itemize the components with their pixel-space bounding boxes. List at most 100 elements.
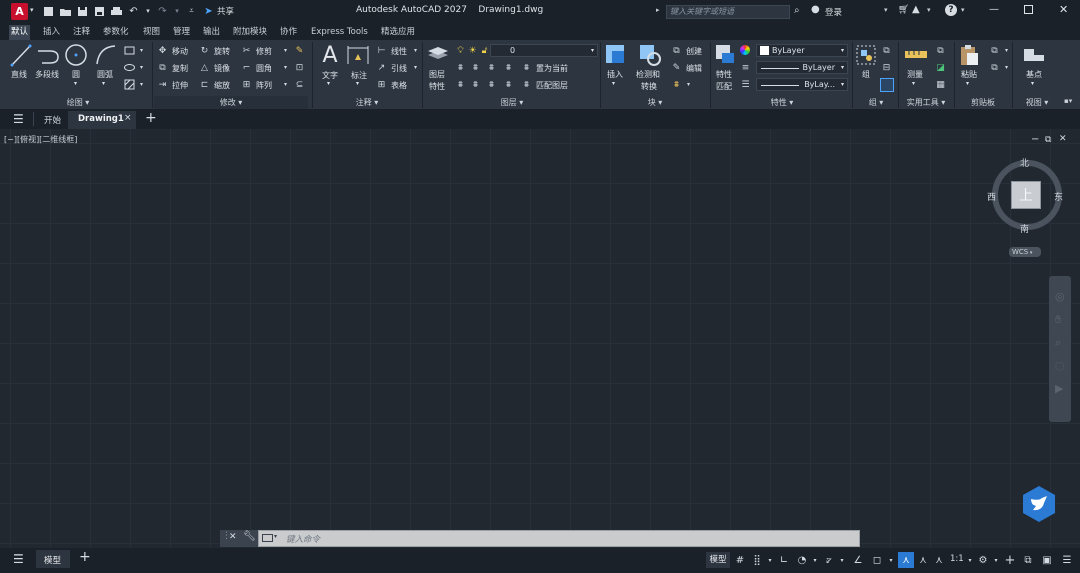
annotation-visibility-icon[interactable]: ⋏: [898, 552, 914, 568]
edit-block-icon[interactable]: ✎: [671, 62, 682, 73]
ribbon-options-icon[interactable]: ▪▾: [1064, 97, 1072, 105]
trim-icon[interactable]: ✂: [241, 45, 252, 56]
tab-collaborate[interactable]: 协作: [278, 25, 299, 40]
erase-icon[interactable]: ✎: [294, 45, 305, 56]
workspace-gear-icon[interactable]: ⚙: [976, 553, 990, 567]
clean-screen-icon[interactable]: ▣: [1040, 553, 1054, 567]
array-label[interactable]: 阵列: [256, 80, 272, 91]
scale-dropdown-icon[interactable]: ▾: [963, 553, 977, 567]
steering-wheel-icon[interactable]: ◎: [1055, 290, 1065, 303]
tab-parametric[interactable]: 参数化: [101, 25, 131, 40]
layer-on-icon[interactable]: 💡︎: [455, 45, 466, 56]
offset-icon[interactable]: ⊆: [294, 79, 305, 90]
ellipse-tool-icon[interactable]: [124, 62, 135, 73]
tab-output[interactable]: 输出: [201, 25, 222, 40]
viewport-restore-icon[interactable]: ⧉: [1045, 135, 1051, 145]
annotation-monitor-icon[interactable]: +: [1003, 553, 1017, 568]
scale-icon[interactable]: ⊏: [199, 79, 210, 90]
command-line[interactable]: [258, 530, 860, 547]
autodesk-assistant-icon[interactable]: [1020, 485, 1058, 523]
base-view-label[interactable]: 基点: [1026, 69, 1042, 80]
text-dropdown-icon[interactable]: ▾: [327, 80, 330, 87]
match-properties-icon[interactable]: [714, 43, 736, 67]
viewport-close-icon[interactable]: ✕: [1059, 134, 1067, 144]
add-layout-icon[interactable]: +: [79, 549, 91, 565]
groups-panel-title[interactable]: 组 ▾: [854, 96, 898, 109]
compass-west[interactable]: 西: [987, 190, 996, 203]
command-history-icon[interactable]: [262, 534, 273, 542]
explode-icon[interactable]: ⊡: [294, 62, 305, 73]
drawing-canvas[interactable]: [0, 129, 1080, 547]
viewport-minimize-icon[interactable]: −: [1031, 134, 1039, 145]
create-block-icon[interactable]: ⧉: [671, 45, 682, 56]
polyline-tool-icon[interactable]: [36, 43, 60, 67]
paste-label[interactable]: 粘贴: [961, 69, 977, 80]
redo-icon[interactable]: ↷: [157, 6, 168, 17]
circle-label[interactable]: 圆: [72, 69, 80, 80]
layer-lock-icon[interactable]: 🔓︎: [479, 45, 490, 56]
login-label[interactable]: 登录: [825, 6, 842, 18]
ortho-icon[interactable]: ∟: [777, 553, 791, 567]
layers-panel-title[interactable]: 图层 ▾: [424, 96, 600, 109]
base-view-dropdown-icon[interactable]: ▾: [1031, 80, 1034, 87]
color-dropdown[interactable]: ByLayer ▾: [756, 44, 848, 57]
color-dropdown-chevron-icon[interactable]: ▾: [841, 45, 844, 56]
table-label[interactable]: 表格: [391, 80, 407, 91]
pan-icon[interactable]: ✋︎: [1055, 313, 1061, 327]
group-edit-icon[interactable]: ⊟: [881, 62, 892, 73]
set-current-icon[interactable]: ⩩: [521, 62, 532, 73]
calculator-icon[interactable]: ▦: [935, 79, 946, 90]
inspect-label[interactable]: 检测和: [636, 69, 660, 80]
maximize-icon[interactable]: [1024, 5, 1033, 14]
help-dropdown-icon[interactable]: ▾: [961, 6, 965, 14]
minimize-icon[interactable]: —: [989, 4, 999, 15]
base-view-icon[interactable]: [1022, 45, 1046, 65]
redo-dropdown-icon[interactable]: ▾: [174, 6, 180, 17]
layer-thaw-icon[interactable]: ☀: [467, 45, 478, 56]
annotation-scale-icon[interactable]: ⋏: [932, 553, 946, 567]
tab-featured-apps[interactable]: 精选应用: [379, 25, 417, 40]
wcs-menu[interactable]: WCS ▾: [1009, 247, 1041, 257]
layer-tool-icon[interactable]: ⩩: [455, 62, 466, 73]
create-label[interactable]: 创建: [686, 46, 702, 57]
connect-dropdown-icon[interactable]: ▾: [927, 6, 931, 14]
leader-label[interactable]: 引线: [391, 63, 407, 74]
measure-dropdown-icon[interactable]: ▾: [912, 80, 915, 87]
layer-tool-icon[interactable]: ⩩: [503, 62, 514, 73]
annotation-scale-value[interactable]: 1:1: [950, 554, 964, 564]
leader-dropdown-icon[interactable]: ▾: [410, 62, 421, 73]
scale-label[interactable]: 缩放: [214, 80, 230, 91]
fillet-dropdown-icon[interactable]: ▾: [280, 62, 291, 73]
layer-dropdown[interactable]: 0 ▾: [490, 44, 598, 57]
modify-panel-title[interactable]: 修改 ▾: [154, 96, 308, 109]
share-icon[interactable]: ➤: [203, 6, 214, 17]
layer-dropdown-chevron-icon[interactable]: ▾: [591, 45, 594, 56]
linear-dropdown-icon[interactable]: ▾: [410, 45, 421, 56]
trim-dropdown-icon[interactable]: ▾: [280, 45, 291, 56]
fillet-label[interactable]: 圆角: [256, 63, 272, 74]
close-tab-icon[interactable]: ×: [124, 113, 132, 123]
set-current-label[interactable]: 置为当前: [536, 63, 568, 74]
viewcube-top-face[interactable]: 上: [1011, 181, 1041, 209]
clipboard-panel-title[interactable]: 剪贴板: [956, 96, 1010, 109]
command-input[interactable]: 键入命令: [286, 533, 320, 545]
layer-tool-icon[interactable]: ⩩: [486, 62, 497, 73]
match-properties-label-2[interactable]: 匹配: [716, 81, 732, 92]
tab-express-tools[interactable]: Express Tools: [309, 25, 370, 40]
help-icon[interactable]: ?: [945, 4, 957, 16]
ungroup-icon[interactable]: ⧉: [881, 45, 892, 56]
hamburger-menu-icon[interactable]: ☰: [13, 113, 24, 125]
tab-home[interactable]: 默认: [9, 25, 31, 40]
ellipse-dropdown-icon[interactable]: ▾: [136, 62, 147, 73]
object-snap-tracking-icon[interactable]: ∠: [851, 553, 865, 567]
autocad-logo-icon[interactable]: A: [11, 3, 28, 20]
snap-mode-icon[interactable]: ⣿: [750, 553, 764, 567]
model-space-button[interactable]: 模型: [706, 552, 730, 568]
customize-qat-icon[interactable]: ⩡: [186, 6, 197, 17]
lineweight-icon[interactable]: ≡: [740, 62, 751, 73]
match-properties-label[interactable]: 特性: [716, 69, 732, 80]
orbit-icon[interactable]: ◌: [1055, 359, 1065, 372]
leader-icon[interactable]: ↗: [376, 62, 387, 73]
rotate-icon[interactable]: ↻: [199, 45, 210, 56]
hatch-dropdown-icon[interactable]: ▾: [136, 79, 147, 90]
